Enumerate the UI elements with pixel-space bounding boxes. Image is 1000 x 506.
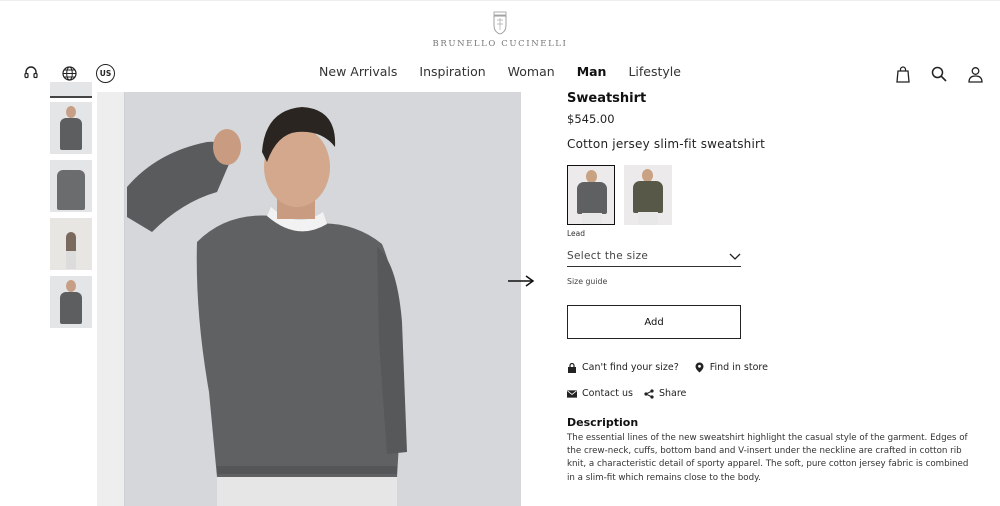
- size-guide-link[interactable]: Size guide: [567, 277, 987, 286]
- thumbnail-gallery: [50, 82, 94, 334]
- nav-man[interactable]: Man: [577, 64, 607, 79]
- description-text: The essential lines of the new sweatshir…: [567, 433, 969, 483]
- nav-inspiration[interactable]: Inspiration: [419, 64, 485, 79]
- selected-color-label: Lead: [567, 229, 586, 238]
- model-illustration: [127, 107, 407, 506]
- size-select-placeholder: Select the size: [567, 250, 649, 262]
- nav-new-arrivals[interactable]: New Arrivals: [319, 64, 397, 79]
- thumbnail-3[interactable]: [50, 160, 92, 212]
- share-link[interactable]: Share: [644, 388, 686, 399]
- lock-bag-icon: [567, 362, 577, 373]
- product-title: Sweatshirt: [567, 91, 647, 106]
- contact-links: Contact us Share: [567, 388, 987, 399]
- search-icon[interactable]: [930, 65, 948, 83]
- chevron-down-icon: [729, 253, 741, 260]
- swatch-olive[interactable]: [624, 165, 672, 225]
- product-price: $545.00: [567, 112, 615, 126]
- header-actions: [894, 65, 984, 83]
- cant-find-size-text: Can't find your size?: [582, 362, 679, 373]
- share-text: Share: [658, 388, 687, 399]
- location-pin-icon: [695, 362, 705, 373]
- add-to-bag-button[interactable]: Add: [567, 305, 741, 339]
- crest-logo-icon: [493, 11, 507, 35]
- color-swatches: [567, 165, 987, 225]
- find-in-store-text: Find in store: [709, 362, 768, 373]
- thumbnail-2[interactable]: [50, 102, 92, 154]
- description-heading: Description: [567, 416, 639, 429]
- cant-find-size-link[interactable]: Can't find your size?: [567, 362, 679, 373]
- swatch-lead[interactable]: [567, 165, 615, 225]
- brand-name: BRUNELLO CUCINELLI: [432, 39, 568, 49]
- account-icon[interactable]: [966, 65, 984, 83]
- thumbnail-4[interactable]: [50, 218, 92, 270]
- thumbnail-1[interactable]: [50, 82, 92, 98]
- shopping-bag-icon[interactable]: [894, 65, 912, 83]
- contact-us-text: Contact us: [582, 388, 633, 399]
- nav-lifestyle[interactable]: Lifestyle: [628, 64, 681, 79]
- arrow-right-icon[interactable]: [507, 274, 535, 288]
- product-details: Sweatshirt $545.00 Cotton jersey slim-fi…: [567, 91, 987, 485]
- find-in-store-link[interactable]: Find in store: [695, 362, 768, 373]
- product-subtitle: Cotton jersey slim-fit sweatshirt: [567, 137, 766, 151]
- envelope-icon: [567, 389, 577, 399]
- thumbnail-5[interactable]: [50, 276, 92, 328]
- main-nav: New Arrivals Inspiration Woman Man Lifes…: [0, 64, 1000, 79]
- size-select[interactable]: Select the size: [567, 250, 741, 267]
- product-main-image: [97, 92, 521, 506]
- nav-woman[interactable]: Woman: [508, 64, 555, 79]
- contact-us-link[interactable]: Contact us: [567, 388, 633, 399]
- help-links: Can't find your size? Find in store: [567, 362, 987, 373]
- top-border: [0, 0, 1000, 1]
- brand-logo[interactable]: BRUNELLO CUCINELLI: [0, 10, 1000, 49]
- share-icon: [644, 388, 654, 399]
